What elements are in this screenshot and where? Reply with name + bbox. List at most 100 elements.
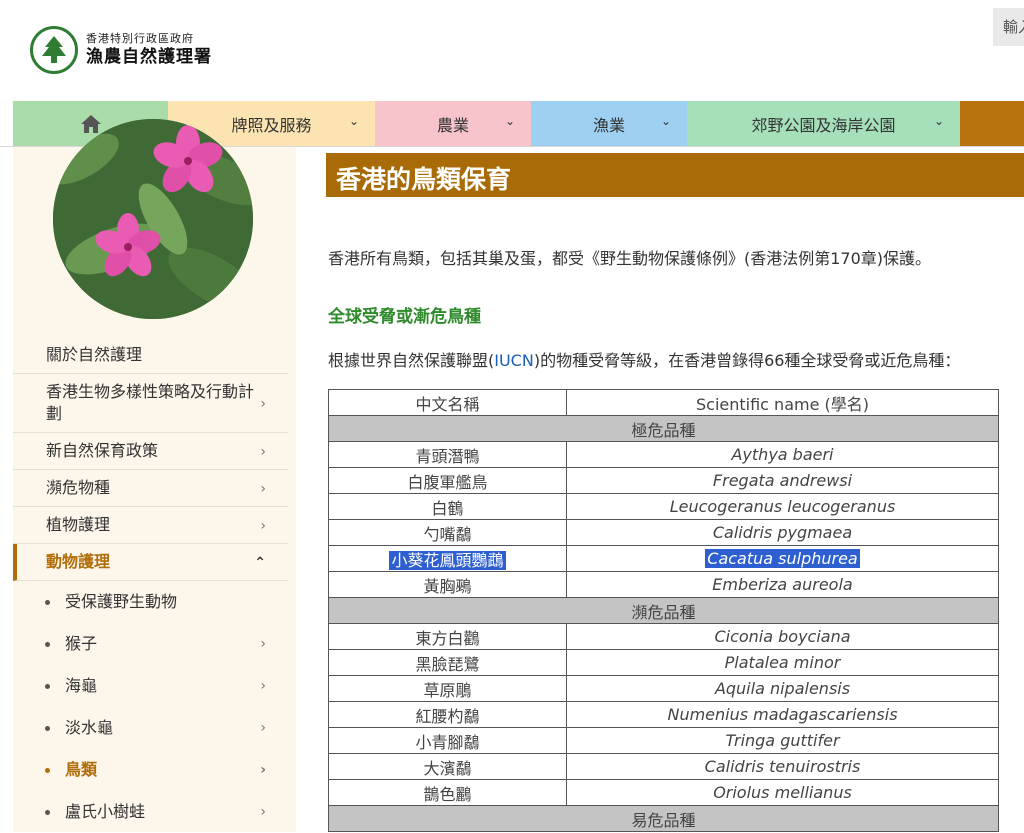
iucn-link[interactable]: IUCN [494, 351, 534, 370]
tree-logo-icon [30, 26, 78, 74]
chinese-name: 東方白鸛 [415, 628, 480, 648]
scientific-name-cell: Numenius madagascariensis [566, 701, 999, 728]
chinese-name: 青頭潛鴨 [415, 446, 480, 466]
chinese-name: 鵲色鸝 [423, 784, 472, 804]
bullet-icon [45, 726, 50, 731]
scientific-name-cell: Fregata andrewsi [566, 467, 999, 494]
submenu-item-monkeys[interactable]: 猴子 › [13, 623, 288, 665]
chinese-name-cell: 大濱鷸 [328, 753, 567, 780]
chinese-name-cell: 勺嘴鷸 [328, 519, 567, 546]
chinese-name-cell: 白鶴 [328, 493, 567, 520]
nav-fisheries[interactable]: 漁業 ⌄ [531, 101, 687, 146]
scientific-name: Fregata andrewsi [712, 471, 853, 490]
sidebar-item-label: 動物護理 [46, 552, 111, 571]
chinese-name: 黃胸鵐 [423, 576, 472, 596]
submenu-item-romers-tree-frog[interactable]: 盧氏小樹蛙 › [13, 791, 288, 833]
bullet-icon [45, 810, 50, 815]
column-header-scientific-name: Scientific name (學名) [566, 389, 999, 416]
search-input[interactable]: 輸入 [993, 8, 1024, 46]
chinese-name-cell: 黃胸鵐 [328, 571, 567, 598]
chinese-name-cell: 青頭潛鴨 [328, 441, 567, 468]
home-icon [80, 114, 101, 133]
sidebar-item-label: 關於自然護理 [46, 345, 143, 364]
sidebar-item-fauna[interactable]: 動物護理 ⌃ [13, 544, 288, 581]
scientific-name: Oriolus mellianus [713, 783, 852, 802]
scientific-name: Calidris tenuirostris [704, 757, 861, 776]
table-row: 黑臉琵鷺 Platalea minor [328, 649, 999, 676]
scientific-name: Aythya baeri [731, 445, 834, 464]
submenu-item-label: 鳥類 [65, 760, 98, 779]
table-row: 鵲色鸝 Oriolus mellianus [328, 779, 999, 806]
chinese-name-cell: 小青腳鷸 [328, 727, 567, 754]
scientific-name: Calidris pygmaea [712, 523, 853, 542]
sidebar-item-biodiversity-strategy[interactable]: 香港生物多樣性策略及行動計劃 › [13, 374, 288, 433]
sidebar-item-endangered-species[interactable]: 瀕危物種 › [13, 470, 288, 507]
submenu-item-label: 盧氏小樹蛙 [65, 802, 146, 821]
scientific-name: Emberiza aureola [712, 575, 853, 594]
chinese-name-cell: 紅腰杓鷸 [328, 701, 567, 728]
intro-paragraph: 香港所有鳥類，包括其巢及蛋，都受《野生動物保護條例》(香港法例第170章)保護。 [328, 249, 932, 268]
group-label: 瀕危品種 [328, 597, 999, 624]
page-title-bar: 香港的鳥類保育 [326, 153, 1024, 197]
chinese-name: 白鶴 [431, 498, 464, 518]
chevron-up-icon: ⌃ [254, 555, 266, 571]
chinese-name: 紅腰杓鷸 [415, 706, 480, 726]
chinese-name: 小青腳鷸 [415, 732, 480, 752]
submenu-item-protected-wildlife[interactable]: 受保護野生動物 [13, 581, 288, 623]
bullet-icon [45, 642, 50, 647]
scientific-name: Platalea minor [724, 653, 841, 672]
chevron-right-icon: › [260, 762, 266, 778]
submenu-item-label: 淡水龜 [65, 718, 114, 737]
chinese-name: 黑臉琵鷺 [415, 654, 480, 674]
scientific-name-cell: Ciconia boyciana [566, 623, 999, 650]
scientific-name-cell: Emberiza aureola [566, 571, 999, 598]
org-name-line2: 漁農自然護理署 [86, 47, 212, 67]
nav-country-parks[interactable]: 郊野公園及海岸公園 ⌄ [687, 101, 960, 146]
chevron-right-icon: › [260, 720, 266, 736]
submenu-item-birds[interactable]: 鳥類 › [13, 749, 288, 791]
scientific-name-cell: Leucogeranus leucogeranus [566, 493, 999, 520]
chevron-down-icon: ⌄ [504, 114, 515, 128]
table-row: 小葵花鳳頭鸚鵡 Cacatua sulphurea [328, 545, 999, 572]
table-group-row: 瀕危品種 [328, 597, 999, 624]
table-row: 青頭潛鴨 Aythya baeri [328, 441, 999, 468]
chinese-name-cell: 鵲色鸝 [328, 779, 567, 806]
table-row: 東方白鸛 Ciconia boyciana [328, 623, 999, 650]
chevron-down-icon: ⌄ [933, 114, 944, 128]
sidebar-item-flora[interactable]: 植物護理 › [13, 507, 288, 544]
sidebar-item-about[interactable]: 關於自然護理 [13, 337, 288, 374]
nav-nature-conservation[interactable] [960, 101, 1024, 146]
table-row: 草原鵰 Aquila nipalensis [328, 675, 999, 702]
table-row: 紅腰杓鷸 Numenius madagascariensis [328, 701, 999, 728]
iucn-text-after: )的物種受脅等級，在香港曾錄得66種全球受脅或近危鳥種： [533, 351, 961, 370]
submenu-item-sea-turtles[interactable]: 海龜 › [13, 665, 288, 707]
nav-agriculture-label: 農業 [436, 115, 469, 135]
scientific-name-cell: Oriolus mellianus [566, 779, 999, 806]
scientific-name: Cacatua sulphurea [705, 549, 860, 568]
sidebar-item-label: 新自然保育政策 [46, 441, 159, 460]
sidebar: 關於自然護理 香港生物多樣性策略及行動計劃 › 新自然保育政策 › 瀕危物種 ›… [13, 119, 296, 833]
group-label: 易危品種 [328, 805, 999, 832]
scientific-name-cell: Platalea minor [566, 649, 999, 676]
sidebar-menu: 關於自然護理 香港生物多樣性策略及行動計劃 › 新自然保育政策 › 瀕危物種 ›… [13, 337, 288, 833]
scientific-name-cell: Tringa guttifer [566, 727, 999, 754]
chevron-right-icon: › [260, 678, 266, 694]
bullet-icon [45, 768, 50, 773]
chinese-name: 大濱鷸 [423, 758, 472, 778]
chinese-name: 草原鵰 [423, 680, 472, 700]
nav-fisheries-label: 漁業 [592, 115, 625, 135]
sidebar-item-conservation-policy[interactable]: 新自然保育政策 › [13, 433, 288, 470]
chinese-name-cell: 白腹軍艦鳥 [328, 467, 567, 494]
table-row: 勺嘴鷸 Calidris pygmaea [328, 519, 999, 546]
iucn-text-before: 根據世界自然保護聯盟( [328, 351, 495, 370]
afcd-logo[interactable]: 香港特別行政區政府 漁農自然護理署 [30, 26, 212, 74]
nav-agriculture[interactable]: 農業 ⌄ [375, 101, 531, 146]
sidebar-item-label: 植物護理 [46, 515, 111, 534]
chevron-down-icon: ⌄ [660, 114, 671, 128]
chinese-name: 小葵花鳳頭鸚鵡 [389, 550, 506, 570]
site-header: 香港特別行政區政府 漁農自然護理署 輸入 [0, 0, 1024, 100]
chevron-right-icon: › [260, 444, 266, 460]
iucn-paragraph: 根據世界自然保護聯盟(IUCN)的物種受脅等級，在香港曾錄得66種全球受脅或近危… [328, 347, 960, 371]
submenu-item-freshwater-turtles[interactable]: 淡水龜 › [13, 707, 288, 749]
section-heading: 全球受脅或漸危鳥種 [328, 307, 481, 327]
